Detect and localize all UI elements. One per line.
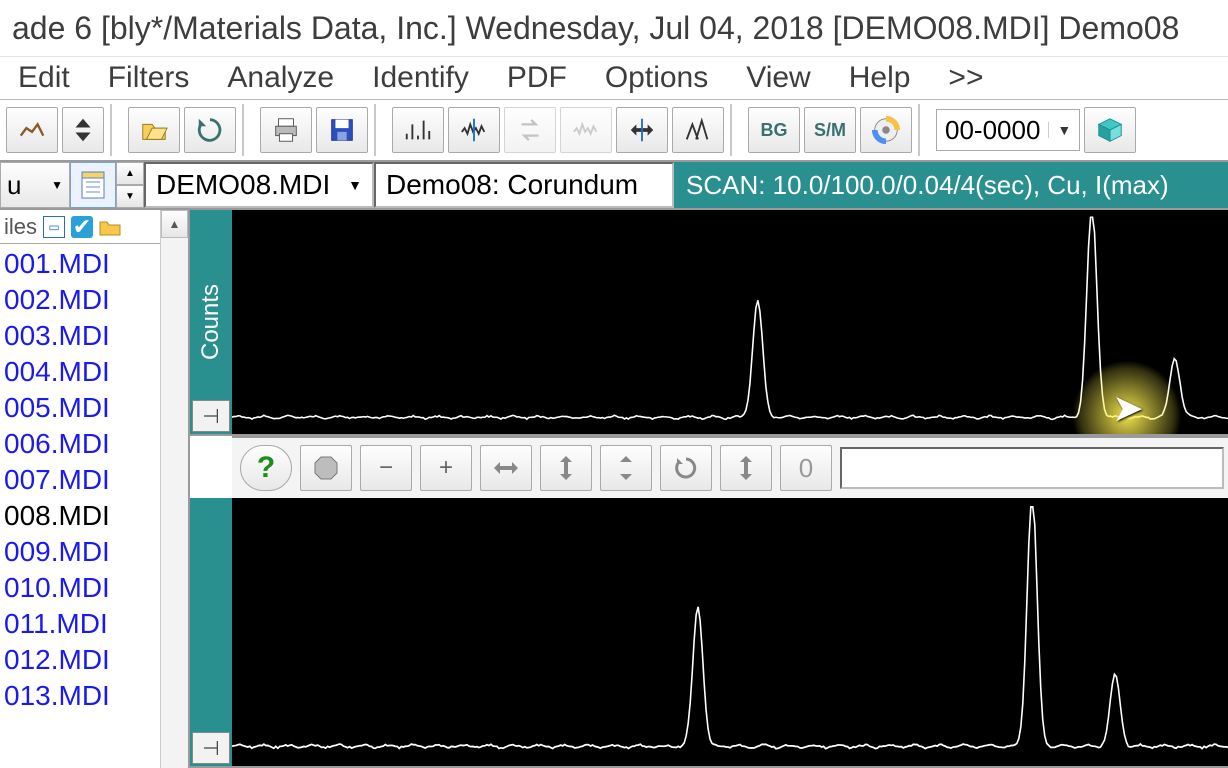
- file-list-header: iles ▭ ✔: [0, 210, 160, 244]
- noise-icon[interactable]: [560, 107, 612, 153]
- plot-pan-v-button[interactable]: [540, 445, 592, 491]
- drag-horiz-icon[interactable]: [616, 107, 668, 153]
- plot-stretch-v-button[interactable]: [600, 445, 652, 491]
- plot-command-input[interactable]: [840, 447, 1224, 489]
- notes-button[interactable]: [70, 162, 116, 208]
- sub-toolbar: u ▼ ▲ ▼ DEMO08.MDI ▼ Demo08: Corundum SC…: [0, 162, 1228, 210]
- rescan-button[interactable]: [184, 107, 236, 153]
- unit-label: u: [7, 170, 21, 201]
- plot-plus-button[interactable]: +: [420, 445, 472, 491]
- file-list-item[interactable]: 010.MDI: [0, 570, 160, 606]
- cycle-icon[interactable]: [504, 107, 556, 153]
- plot-y-label: Counts: [197, 284, 225, 360]
- window-titlebar: ade 6 [bly*/Materials Data, Inc.] Wednes…: [0, 0, 1228, 56]
- diffractogram-bottom[interactable]: [232, 498, 1228, 766]
- plot-row-top: ⊣ Counts ➤: [190, 210, 1228, 436]
- file-list-panel: iles ▭ ✔ 001.MDI002.MDI003.MDI004.MDI005…: [0, 210, 190, 768]
- toolbar-dog-icon[interactable]: [6, 107, 58, 153]
- file-description-text: Demo08: Corundum: [386, 169, 638, 201]
- active-file-combo[interactable]: DEMO08.MDI ▼: [144, 162, 374, 208]
- file-list-item[interactable]: 012.MDI: [0, 642, 160, 678]
- open-file-button[interactable]: [128, 107, 180, 153]
- window-title: ade 6 [bly*/Materials Data, Inc.] Wednes…: [12, 10, 1179, 47]
- file-list-item[interactable]: 006.MDI: [0, 426, 160, 462]
- plot-fit-v-button[interactable]: [720, 445, 772, 491]
- plot-pan-h-button[interactable]: [480, 445, 532, 491]
- spinner-up-icon[interactable]: ▲: [116, 162, 144, 185]
- plot-y-gutter-bottom: ⊣: [190, 498, 232, 766]
- menu-overflow[interactable]: >>: [948, 61, 983, 95]
- plot-row-bottom: ⊣: [190, 498, 1228, 768]
- plot-refresh-button[interactable]: [660, 445, 712, 491]
- overlay-peaks-icon[interactable]: [672, 107, 724, 153]
- menu-view[interactable]: View: [746, 61, 810, 95]
- folder-icon[interactable]: [99, 216, 121, 238]
- gutter-handle-icon[interactable]: ⊣: [192, 732, 230, 764]
- scroll-track[interactable]: [161, 238, 188, 768]
- check-icon[interactable]: ✔: [71, 216, 93, 238]
- file-list-item[interactable]: 007.MDI: [0, 462, 160, 498]
- diffractogram-top[interactable]: ➤: [232, 210, 1228, 434]
- file-list-header-label: iles: [4, 214, 37, 240]
- cube-icon[interactable]: [1084, 107, 1136, 153]
- menu-help[interactable]: Help: [849, 61, 911, 95]
- plot-stop-button[interactable]: [300, 445, 352, 491]
- file-list-item[interactable]: 013.MDI: [0, 678, 160, 714]
- chevron-down-icon: ▼: [51, 178, 63, 192]
- file-list-item[interactable]: 011.MDI: [0, 606, 160, 642]
- plot-toolbar: ? − + 0: [232, 436, 1228, 498]
- menu-identify[interactable]: Identify: [372, 61, 469, 95]
- workspace: iles ▭ ✔ 001.MDI002.MDI003.MDI004.MDI005…: [0, 210, 1228, 768]
- scan-info-bar: SCAN: 10.0/100.0/0.04/4(sec), Cu, I(max): [674, 162, 1228, 208]
- file-list-item[interactable]: 009.MDI: [0, 534, 160, 570]
- file-list[interactable]: 001.MDI002.MDI003.MDI004.MDI005.MDI006.M…: [0, 244, 160, 768]
- toolbar-sort-icon[interactable]: [62, 107, 104, 153]
- file-description: Demo08: Corundum: [374, 162, 674, 208]
- file-list-item[interactable]: 005.MDI: [0, 390, 160, 426]
- main-toolbar: BG S/M 00-0000 ▼: [0, 100, 1228, 162]
- plot-help-button[interactable]: ?: [240, 445, 292, 491]
- chevron-down-icon: ▼: [348, 177, 362, 193]
- print-button[interactable]: [260, 107, 312, 153]
- file-list-scrollbar[interactable]: ▲: [160, 210, 188, 768]
- sm-button[interactable]: S/M: [804, 107, 856, 153]
- plot-panel: ⊣ Counts ➤ ? − +: [190, 210, 1228, 768]
- save-button[interactable]: [316, 107, 368, 153]
- notes-spinner[interactable]: ▲ ▼: [116, 162, 144, 208]
- scroll-up-icon[interactable]: ▲: [161, 210, 188, 238]
- window-icon[interactable]: ▭: [43, 216, 65, 238]
- disc-icon[interactable]: [860, 107, 912, 153]
- active-file-name: DEMO08.MDI: [156, 169, 330, 201]
- menu-analyze[interactable]: Analyze: [227, 61, 334, 95]
- peaks-icon[interactable]: [392, 107, 444, 153]
- plot-minus-button[interactable]: −: [360, 445, 412, 491]
- plot-y-gutter: ⊣ Counts: [190, 210, 232, 434]
- menu-filters[interactable]: Filters: [108, 61, 190, 95]
- file-list-item[interactable]: 002.MDI: [0, 282, 160, 318]
- menu-options[interactable]: Options: [605, 61, 708, 95]
- noise-marker-icon[interactable]: [448, 107, 500, 153]
- pdf-number-value: 00-0000: [945, 115, 1040, 146]
- spinner-down-icon[interactable]: ▼: [116, 185, 144, 208]
- file-list-item[interactable]: 008.MDI: [0, 498, 160, 534]
- plot-zero-button[interactable]: 0: [780, 445, 832, 491]
- chevron-down-icon: ▼: [1048, 122, 1071, 138]
- menu-pdf[interactable]: PDF: [507, 61, 567, 95]
- bg-button[interactable]: BG: [748, 107, 800, 153]
- gutter-handle-icon[interactable]: ⊣: [192, 400, 230, 432]
- file-list-item[interactable]: 003.MDI: [0, 318, 160, 354]
- file-list-item[interactable]: 004.MDI: [0, 354, 160, 390]
- menu-edit[interactable]: Edit: [18, 61, 70, 95]
- file-list-item[interactable]: 001.MDI: [0, 246, 160, 282]
- menu-bar: Edit Filters Analyze Identify PDF Option…: [0, 56, 1228, 100]
- scan-info-text: SCAN: 10.0/100.0/0.04/4(sec), Cu, I(max): [686, 170, 1169, 201]
- pdf-number-combo[interactable]: 00-0000 ▼: [936, 109, 1080, 151]
- unit-combo[interactable]: u ▼: [0, 162, 70, 208]
